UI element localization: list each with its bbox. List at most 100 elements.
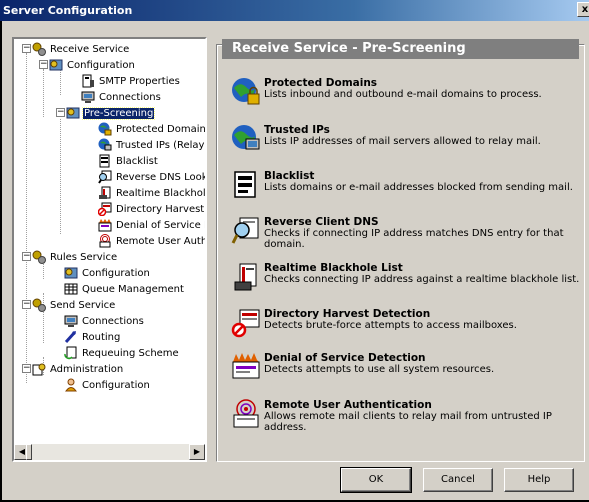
tree-label: Trusted IPs (Relay Sou: [116, 139, 205, 151]
cancel-button[interactable]: Cancel: [423, 468, 493, 492]
tree-label: Connections: [99, 91, 161, 103]
harvest-detection-icon: [97, 202, 112, 217]
connections-icon: [64, 314, 78, 328]
blackhole-list-icon: [231, 262, 261, 292]
item-description: Detects brute-force attempts to access m…: [264, 320, 517, 331]
config-icon: [66, 106, 80, 120]
tree-item-realtime-blackhole[interactable]: Realtime Blackhole List: [98, 185, 207, 201]
denial-of-service-icon: [231, 352, 261, 382]
harvest-detection-icon: [231, 308, 261, 338]
tree-item-directory-harvest[interactable]: Directory Harvest Dete: [97, 201, 205, 217]
item-title[interactable]: Realtime Blackhole List: [264, 262, 403, 274]
tree-item-rules-configuration[interactable]: Configuration: [64, 265, 151, 281]
tree-item-connections[interactable]: Connections: [81, 89, 162, 105]
item-title[interactable]: Remote User Authentication: [264, 399, 432, 411]
tree-item-trusted-ips[interactable]: Trusted IPs (Relay Sou: [98, 137, 205, 153]
item-title[interactable]: Blacklist: [264, 170, 314, 182]
tree-label: Routing: [82, 331, 121, 343]
tree-label: Configuration: [82, 379, 150, 391]
tree-item-protected-domains[interactable]: Protected Domains: [98, 121, 205, 137]
item-title[interactable]: Denial of Service Detection: [264, 352, 426, 364]
tree-item-pre-screening[interactable]: Pre-Screening: [66, 105, 156, 121]
navigation-tree[interactable]: − Receive Service − Configuration SMTP P…: [12, 37, 207, 462]
item-description: Checks connecting IP address against a r…: [264, 274, 580, 285]
help-button[interactable]: Help: [504, 468, 574, 492]
tree-label: Remote User Authenti: [116, 235, 207, 247]
tree-label: Requeuing Scheme: [82, 347, 179, 359]
item-description: Lists IP addresses of mail servers allow…: [264, 136, 541, 147]
gears-icon: [32, 298, 46, 312]
globe-lock-icon: [98, 122, 112, 136]
tree-item-send-connections[interactable]: Connections: [64, 313, 145, 329]
blacklist-document-icon: [231, 170, 261, 200]
tree-item-queue-management[interactable]: Queue Management: [64, 281, 185, 297]
send-service-expander[interactable]: −: [22, 300, 31, 309]
title-bar: Server Configuration x: [0, 0, 589, 21]
globe-computer-icon: [231, 124, 261, 154]
tree-item-configuration[interactable]: Configuration: [49, 57, 136, 73]
item-description: Checks if connecting IP address matches …: [264, 228, 564, 250]
blacklist-document-icon: [98, 154, 112, 168]
tree-item-remote-user-auth[interactable]: Remote User Authenti: [98, 233, 207, 249]
config-icon: [64, 266, 78, 280]
tree-label: Send Service: [50, 299, 116, 311]
tree-label: Realtime Blackhole List: [116, 187, 207, 199]
administration-expander[interactable]: −: [22, 364, 31, 373]
scroll-thumb[interactable]: [26, 444, 32, 460]
tree-horizontal-scrollbar[interactable]: ◀ ▶: [14, 444, 205, 460]
item-title[interactable]: Trusted IPs: [264, 124, 330, 136]
tree-item-smtp-properties[interactable]: SMTP Properties: [81, 73, 181, 89]
config-icon: [49, 58, 63, 72]
remote-auth-icon: [98, 234, 112, 248]
admin-icon: [32, 362, 46, 376]
tree-item-receive-service[interactable]: Receive Service: [32, 41, 130, 57]
tree-item-send-service[interactable]: Send Service: [32, 297, 116, 313]
remote-auth-icon: [231, 399, 261, 429]
item-title[interactable]: Reverse Client DNS: [264, 216, 379, 228]
item-description: Lists inbound and outbound e-mail domain…: [264, 89, 542, 100]
gears-icon: [32, 42, 46, 56]
window-title: Server Configuration: [3, 4, 133, 17]
routing-icon: [64, 330, 78, 344]
gears-icon: [32, 250, 46, 264]
tree-label: Configuration: [67, 59, 135, 71]
tree-item-administration[interactable]: Administration: [32, 361, 124, 377]
tree-item-denial-of-service[interactable]: Denial of Service Dete: [98, 217, 205, 233]
ok-button[interactable]: OK: [340, 467, 412, 493]
tree-item-blacklist[interactable]: Blacklist: [98, 153, 159, 169]
item-description: Detects attempts to use all system resou…: [264, 364, 495, 375]
tree-item-routing[interactable]: Routing: [64, 329, 121, 345]
tree-item-rules-service[interactable]: Rules Service: [32, 249, 118, 265]
connections-icon: [81, 90, 95, 104]
close-button[interactable]: x: [577, 2, 589, 17]
pre-screening-expander[interactable]: −: [56, 108, 65, 117]
denial-of-service-icon: [98, 218, 112, 232]
panel-header: Receive Service - Pre-Screening: [222, 39, 579, 59]
tree-label-selected: Pre-Screening: [81, 106, 156, 120]
tree-item-admin-configuration[interactable]: Configuration: [64, 377, 151, 393]
configuration-expander[interactable]: −: [39, 60, 48, 69]
rules-service-expander[interactable]: −: [22, 252, 31, 261]
tree-label: Receive Service: [50, 43, 130, 55]
receive-service-expander[interactable]: −: [22, 44, 31, 53]
tree-item-reverse-dns[interactable]: Reverse DNS Lookup: [98, 169, 207, 185]
queue-grid-icon: [64, 282, 78, 296]
item-description: Lists domains or e-mail addresses blocke…: [264, 182, 573, 193]
item-title[interactable]: Protected Domains: [264, 77, 377, 89]
tree-label: Directory Harvest Dete: [116, 203, 205, 215]
tree-label: SMTP Properties: [99, 75, 180, 87]
tree-label: Denial of Service Dete: [116, 219, 205, 231]
tree-item-requeuing-scheme[interactable]: Requeuing Scheme: [64, 345, 180, 361]
globe-lock-icon: [231, 77, 261, 107]
magnifier-icon: [98, 170, 112, 184]
tree-label: Queue Management: [82, 283, 184, 295]
scroll-right-button[interactable]: ▶: [189, 444, 205, 460]
globe-computer-icon: [98, 138, 112, 152]
tree-label: Reverse DNS Lookup: [116, 171, 207, 183]
magnifier-icon: [231, 216, 261, 246]
item-title[interactable]: Directory Harvest Detection: [264, 308, 430, 320]
tree-label: Connections: [82, 315, 144, 327]
requeue-icon: [64, 346, 78, 360]
blackhole-list-icon: [98, 186, 112, 200]
tree-label: Administration: [50, 363, 124, 375]
